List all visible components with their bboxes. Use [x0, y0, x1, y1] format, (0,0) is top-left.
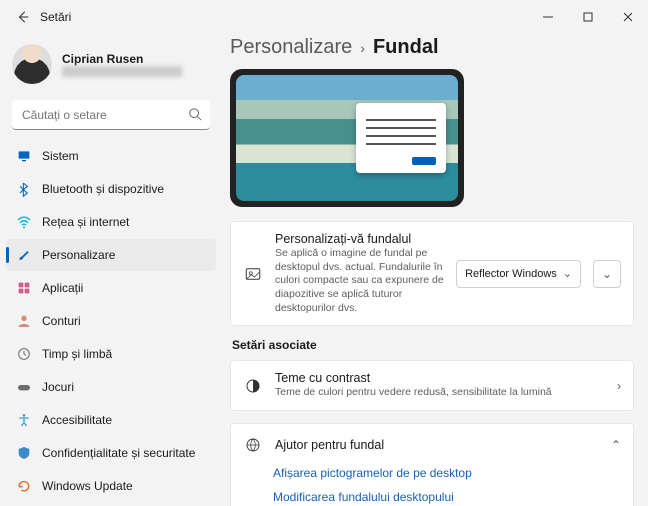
sidebar-item-shield[interactable]: Confidențialitate și securitate — [6, 437, 216, 469]
globe-icon — [243, 436, 263, 454]
sidebar-item-wifi[interactable]: Rețea și internet — [6, 206, 216, 238]
card-expand-button[interactable]: ⌄ — [593, 260, 621, 288]
search-input[interactable] — [12, 100, 210, 130]
preview-mock-window — [356, 103, 446, 173]
dropdown-value: Reflector Windows — [465, 268, 557, 280]
gamepad-icon — [16, 379, 32, 395]
avatar — [12, 44, 52, 84]
sidebar-item-label: Personalizare — [42, 248, 115, 262]
breadcrumb-parent[interactable]: Personalizare — [230, 36, 352, 59]
sidebar-item-user[interactable]: Conturi — [6, 305, 216, 337]
brush-icon — [16, 247, 32, 263]
help-header[interactable]: Ajutor pentru fundal ⌃ — [243, 436, 621, 454]
shield-icon — [16, 445, 32, 461]
main-content: Personalizare › Fundal Personalizați-vă … — [222, 34, 648, 506]
related-settings-label: Setări asociate — [232, 338, 634, 352]
system-icon — [16, 148, 32, 164]
background-type-dropdown[interactable]: Reflector Windows ⌄ — [456, 260, 581, 288]
sidebar-item-bluetooth[interactable]: Bluetooth și dispozitive — [6, 173, 216, 205]
contrast-subtitle: Teme de culori pentru vedere redusă, sen… — [275, 386, 605, 400]
contrast-icon — [243, 377, 263, 395]
chevron-right-icon: › — [617, 379, 621, 393]
sidebar-item-brush[interactable]: Personalizare — [6, 239, 216, 271]
window-controls — [528, 2, 648, 32]
personalize-subtitle: Se aplică o imagine de fundal pe desktop… — [275, 247, 444, 315]
minimize-button[interactable] — [528, 2, 568, 32]
breadcrumb: Personalizare › Fundal — [230, 36, 634, 59]
accessibility-icon — [16, 412, 32, 428]
help-expander: Ajutor pentru fundal ⌃ Afișarea pictogra… — [230, 423, 634, 506]
sidebar: Ciprian Rusen Sistem Bluetooth și dispoz… — [0, 34, 222, 506]
sidebar-item-label: Jocuri — [42, 380, 74, 394]
sidebar-item-accessibility[interactable]: Accesibilitate — [6, 404, 216, 436]
titlebar: Setări — [0, 0, 648, 34]
user-block[interactable]: Ciprian Rusen — [4, 40, 218, 94]
chevron-up-icon: ⌃ — [611, 438, 621, 452]
arrow-left-icon — [16, 10, 30, 24]
sidebar-item-system[interactable]: Sistem — [6, 140, 216, 172]
sidebar-item-gamepad[interactable]: Jocuri — [6, 371, 216, 403]
help-title: Ajutor pentru fundal — [275, 438, 384, 452]
close-icon — [623, 12, 633, 22]
sidebar-item-label: Rețea și internet — [42, 215, 129, 229]
sidebar-item-label: Sistem — [42, 149, 79, 163]
help-link[interactable]: Afișarea pictogramelor de pe desktop — [273, 466, 621, 480]
sidebar-item-clock-globe[interactable]: Timp și limbă — [6, 338, 216, 370]
background-preview — [230, 69, 464, 207]
personalize-background-card: Personalizați-vă fundalul Se aplică o im… — [230, 221, 634, 326]
update-icon — [16, 478, 32, 494]
search-field[interactable] — [12, 100, 210, 130]
sidebar-item-apps[interactable]: Aplicații — [6, 272, 216, 304]
sidebar-item-label: Confidențialitate și securitate — [42, 446, 195, 460]
wifi-icon — [16, 214, 32, 230]
sidebar-item-label: Bluetooth și dispozitive — [42, 182, 164, 196]
contrast-themes-card[interactable]: Teme cu contrast Teme de culori pentru v… — [230, 360, 634, 411]
clock-globe-icon — [16, 346, 32, 362]
sidebar-item-label: Aplicații — [42, 281, 83, 295]
back-button[interactable] — [10, 4, 36, 30]
sidebar-item-label: Windows Update — [42, 479, 133, 493]
user-email — [62, 66, 182, 77]
nav-list: Sistem Bluetooth și dispozitive Rețea și… — [4, 140, 218, 502]
bluetooth-icon — [16, 181, 32, 197]
page-title: Fundal — [373, 36, 439, 59]
sidebar-item-update[interactable]: Windows Update — [6, 470, 216, 502]
sidebar-item-label: Timp și limbă — [42, 347, 112, 361]
search-icon — [188, 107, 202, 124]
window-title: Setări — [40, 10, 71, 24]
help-link[interactable]: Modificarea fundalului desktopului — [273, 490, 621, 504]
close-button[interactable] — [608, 2, 648, 32]
user-name: Ciprian Rusen — [62, 52, 182, 66]
maximize-icon — [583, 12, 593, 22]
chevron-down-icon: ⌄ — [563, 267, 572, 280]
help-links: Afișarea pictogramelor de pe desktop Modi… — [273, 466, 621, 506]
user-icon — [16, 313, 32, 329]
chevron-down-icon: ⌄ — [602, 267, 612, 281]
sidebar-item-label: Conturi — [42, 314, 81, 328]
apps-icon — [16, 280, 32, 296]
preview-image — [236, 75, 458, 201]
sidebar-item-label: Accesibilitate — [42, 413, 112, 427]
maximize-button[interactable] — [568, 2, 608, 32]
minimize-icon — [543, 12, 553, 22]
picture-icon — [243, 265, 263, 283]
chevron-right-icon: › — [360, 40, 365, 56]
contrast-title: Teme cu contrast — [275, 371, 605, 385]
personalize-title: Personalizați-vă fundalul — [275, 232, 444, 246]
